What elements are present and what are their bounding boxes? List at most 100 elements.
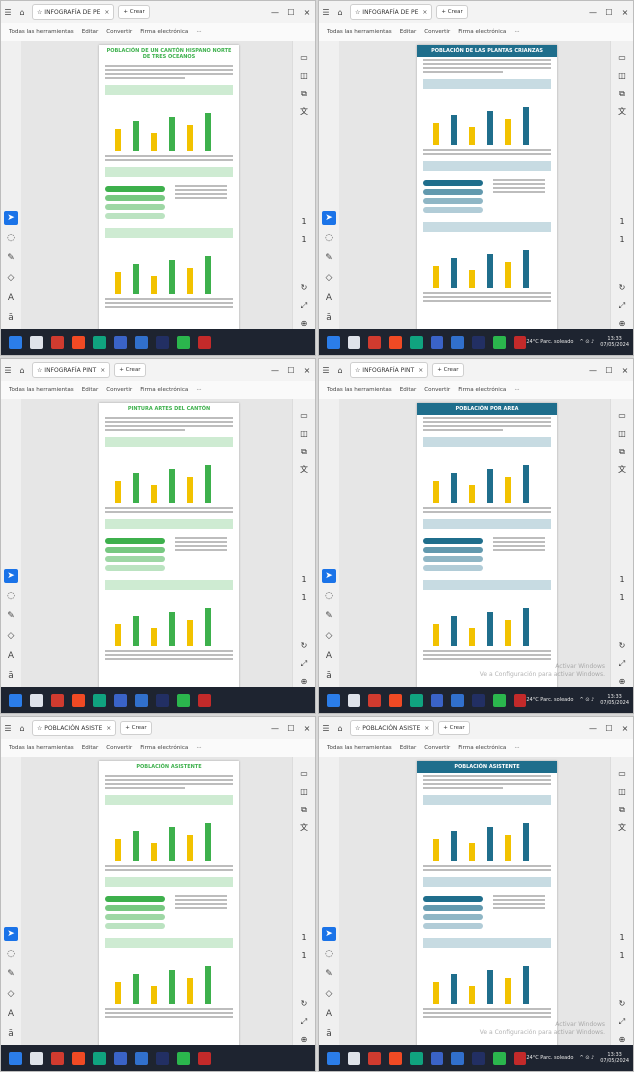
star-icon[interactable]: ☆: [37, 9, 44, 16]
highlight-tool-icon[interactable]: ◇: [4, 987, 18, 1001]
tray-icons[interactable]: ^ ⊙ ♪: [579, 697, 594, 703]
opera-icon[interactable]: [389, 693, 402, 707]
minimize-icon[interactable]: —: [585, 8, 601, 17]
opera-icon[interactable]: [72, 1051, 85, 1065]
app-icon[interactable]: [156, 1051, 169, 1065]
app-icon[interactable]: [472, 693, 485, 707]
document-area[interactable]: POBLACIÓN DE LAS PLANTAS CRIANZAS: [339, 41, 611, 345]
bookmark-icon[interactable]: ◫: [297, 69, 311, 83]
menu-all-tools[interactable]: Todas las herramientas: [9, 387, 74, 393]
bookmark-icon[interactable]: ◫: [615, 427, 629, 441]
maximize-icon[interactable]: ☐: [283, 366, 299, 375]
translate-icon[interactable]: 文: [297, 463, 311, 477]
sign-tool-icon[interactable]: ā: [4, 311, 18, 325]
translate-icon[interactable]: 文: [615, 105, 629, 119]
document-tab[interactable]: ☆ INFOGRAFÍA PINT ×: [32, 362, 111, 378]
menu-edit[interactable]: Editar: [400, 745, 417, 751]
more-icon[interactable]: ···: [196, 745, 201, 751]
sign-tool-icon[interactable]: ā: [322, 311, 336, 325]
highlight-tool-icon[interactable]: ◇: [4, 629, 18, 643]
highlight-tool-icon[interactable]: ◇: [322, 271, 336, 285]
copy-icon[interactable]: ⧉: [297, 445, 311, 459]
sign-tool-icon[interactable]: ā: [4, 1027, 18, 1041]
highlight-tool-icon[interactable]: ◇: [322, 987, 336, 1001]
copy-icon[interactable]: ⧉: [297, 87, 311, 101]
document-area[interactable]: POBLACIÓN ASISTENTE: [21, 757, 293, 1061]
comment-tool-icon[interactable]: ◌: [322, 947, 336, 961]
app-icon[interactable]: [114, 693, 127, 707]
search-icon[interactable]: [30, 1051, 43, 1065]
chrome-icon[interactable]: [93, 1051, 106, 1065]
windows-start-icon[interactable]: [9, 1051, 22, 1065]
pen-tool-icon[interactable]: ✎: [322, 967, 336, 981]
menu-icon[interactable]: ☰: [319, 366, 333, 375]
document-tab[interactable]: ☆ INFOGRAFÍA DE PE ×: [32, 4, 115, 20]
pdf-page[interactable]: POBLACIÓN DE LAS PLANTAS CRIANZAS: [417, 45, 557, 345]
close-tab-icon[interactable]: ×: [424, 725, 429, 732]
close-tab-icon[interactable]: ×: [422, 9, 427, 16]
page-number-icon[interactable]: 1: [297, 573, 311, 587]
pen-tool-icon[interactable]: ✎: [322, 609, 336, 623]
menu-all-tools[interactable]: Todas las herramientas: [327, 745, 392, 751]
chrome-icon[interactable]: [409, 335, 423, 349]
app-icon[interactable]: [451, 1051, 465, 1065]
acrobat-icon[interactable]: [198, 335, 211, 349]
new-tab-button[interactable]: + Crear: [432, 363, 464, 377]
more-icon[interactable]: ···: [514, 29, 519, 35]
menu-all-tools[interactable]: Todas las herramientas: [9, 29, 74, 35]
cursor-tool-icon[interactable]: ➤: [4, 927, 18, 941]
fit-page-icon[interactable]: ⤢: [297, 299, 311, 313]
cursor-tool-icon[interactable]: ➤: [4, 211, 18, 225]
close-window-icon[interactable]: ×: [617, 366, 633, 375]
windows-start-icon[interactable]: [9, 335, 22, 349]
app-icon[interactable]: [51, 1051, 64, 1065]
pen-tool-icon[interactable]: ✎: [4, 967, 18, 981]
app-icon[interactable]: [451, 693, 465, 707]
pen-tool-icon[interactable]: ✎: [322, 251, 336, 265]
minimize-icon[interactable]: —: [267, 366, 283, 375]
windows-start-icon[interactable]: [327, 1051, 340, 1065]
refresh-icon[interactable]: ↻: [297, 281, 311, 295]
bookmark-icon[interactable]: ◫: [615, 69, 629, 83]
close-window-icon[interactable]: ×: [299, 724, 315, 733]
whatsapp-icon[interactable]: [492, 693, 506, 707]
document-area[interactable]: PINTURA ARTES DEL CANTÓN: [21, 399, 293, 703]
translate-icon[interactable]: 文: [297, 821, 311, 835]
home-icon[interactable]: ⌂: [15, 724, 29, 733]
fit-page-icon[interactable]: ⤢: [297, 657, 311, 671]
opera-icon[interactable]: [72, 335, 85, 349]
home-icon[interactable]: ⌂: [333, 366, 347, 375]
comment-tool-icon[interactable]: ◌: [4, 589, 18, 603]
opera-icon[interactable]: [72, 693, 85, 707]
new-tab-button[interactable]: + Crear: [436, 5, 468, 19]
refresh-icon[interactable]: ↻: [615, 997, 629, 1011]
minimize-icon[interactable]: —: [585, 724, 601, 733]
weather-status[interactable]: 24°C Parc. soleado: [526, 339, 573, 345]
fit-page-icon[interactable]: ⤢: [615, 299, 629, 313]
acrobat-icon[interactable]: [198, 693, 211, 707]
chrome-icon[interactable]: [409, 1051, 423, 1065]
menu-icon[interactable]: ☰: [319, 724, 333, 733]
app-icon[interactable]: [430, 335, 444, 349]
comments-icon[interactable]: ▭: [615, 51, 629, 65]
whatsapp-icon[interactable]: [492, 335, 506, 349]
sign-tool-icon[interactable]: ā: [4, 669, 18, 683]
acrobat-icon[interactable]: [513, 1051, 527, 1065]
star-icon[interactable]: ☆: [355, 725, 362, 732]
app-icon[interactable]: [472, 1051, 485, 1065]
page-number-icon[interactable]: 1: [615, 215, 629, 229]
cursor-tool-icon[interactable]: ➤: [4, 569, 18, 583]
cursor-tool-icon[interactable]: ➤: [322, 927, 336, 941]
maximize-icon[interactable]: ☐: [283, 724, 299, 733]
whatsapp-icon[interactable]: [177, 335, 190, 349]
whatsapp-icon[interactable]: [177, 1051, 190, 1065]
close-tab-icon[interactable]: ×: [104, 9, 109, 16]
minimize-icon[interactable]: —: [267, 8, 283, 17]
close-window-icon[interactable]: ×: [617, 724, 633, 733]
app-icon[interactable]: [51, 693, 64, 707]
pdf-page[interactable]: POBLACIÓN ASISTENTE: [99, 761, 239, 1061]
app-icon[interactable]: [114, 1051, 127, 1065]
app-icon[interactable]: [135, 335, 148, 349]
weather-status[interactable]: 24°C Parc. soleado: [526, 697, 573, 703]
menu-convert[interactable]: Convertir: [424, 29, 450, 35]
